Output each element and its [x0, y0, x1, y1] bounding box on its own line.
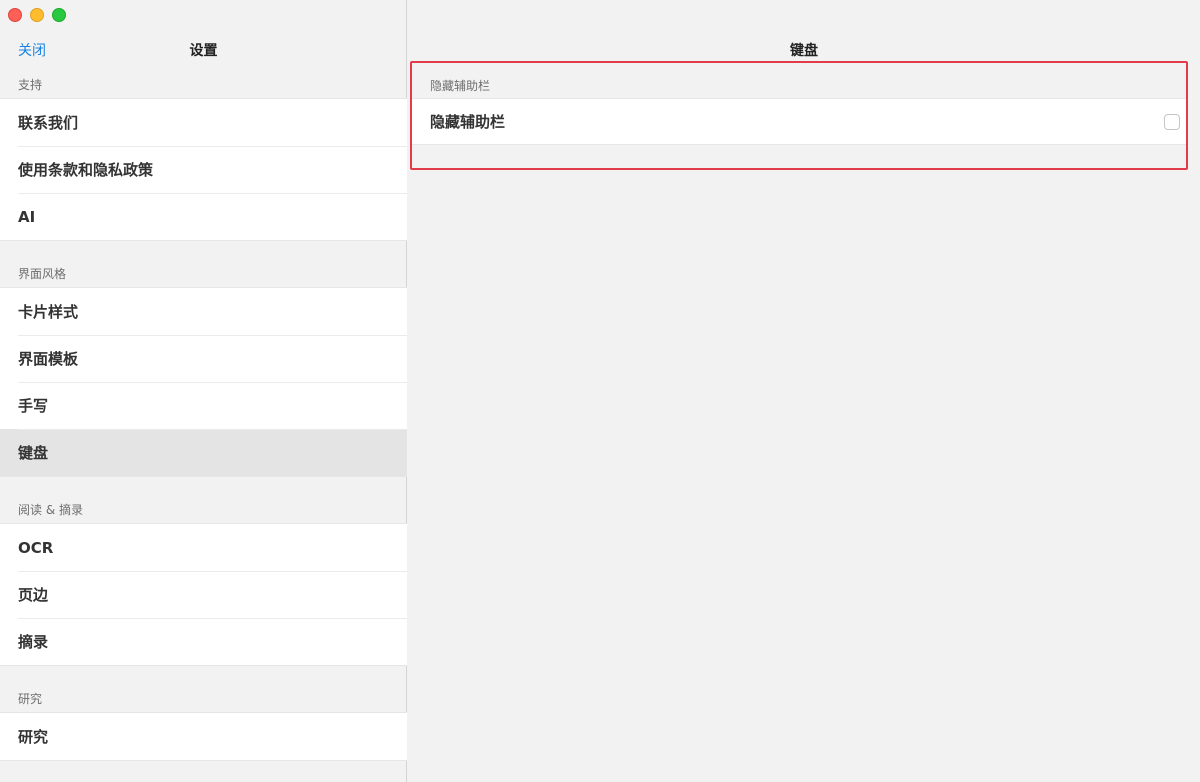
zoom-window-button[interactable]	[52, 8, 66, 22]
sidebar-item-keyboard[interactable]: 键盘	[0, 429, 407, 476]
sidebar-title: 设置	[189, 43, 218, 59]
sidebar-item-card-style[interactable]: 卡片样式	[0, 288, 407, 335]
sidebar-item-excerpt[interactable]: 摘录	[0, 618, 407, 665]
section-label-support: 支持	[18, 77, 43, 92]
sidebar-item-template[interactable]: 界面模板	[0, 335, 407, 382]
sidebar: 设置 关闭 支持 联系我们 使用条款和隐私政策 AI 界面风格 卡片样式 界面模…	[0, 0, 407, 782]
minimize-window-button[interactable]	[30, 8, 44, 22]
page-title: 键盘	[790, 43, 818, 59]
section-label-reading: 阅读 & 摘录	[18, 502, 83, 517]
section-group-interface: 卡片样式 界面模板 手写 键盘	[0, 287, 407, 477]
sidebar-item-handwriting[interactable]: 手写	[0, 382, 407, 429]
close-window-button[interactable]	[8, 8, 22, 22]
sidebar-item-ai[interactable]: AI	[0, 193, 407, 240]
settings-window: 设置 关闭 支持 联系我们 使用条款和隐私政策 AI 界面风格 卡片样式 界面模…	[0, 0, 1200, 782]
sidebar-header: 设置 关闭	[0, 38, 407, 62]
sidebar-list: 支持 联系我们 使用条款和隐私政策 AI 界面风格 卡片样式 界面模板 手写 键…	[0, 70, 407, 761]
sidebar-item-contact[interactable]: 联系我们	[0, 99, 407, 146]
window-controls	[8, 8, 66, 22]
sidebar-item-terms-privacy[interactable]: 使用条款和隐私政策	[0, 146, 407, 193]
main-panel: 键盘 隐藏辅助栏 隐藏辅助栏	[408, 0, 1200, 782]
sidebar-item-margin[interactable]: 页边	[0, 571, 407, 618]
highlight-box	[410, 61, 1188, 170]
section-group-research: 研究	[0, 712, 407, 761]
sidebar-item-ocr[interactable]: OCR	[0, 524, 407, 571]
section-label-interface: 界面风格	[18, 266, 67, 281]
sidebar-item-research[interactable]: 研究	[0, 713, 407, 760]
section-label-research: 研究	[18, 691, 43, 706]
close-button[interactable]: 关闭	[18, 40, 46, 60]
section-group-support: 联系我们 使用条款和隐私政策 AI	[0, 98, 407, 241]
section-group-reading: OCR 页边 摘录	[0, 523, 407, 666]
